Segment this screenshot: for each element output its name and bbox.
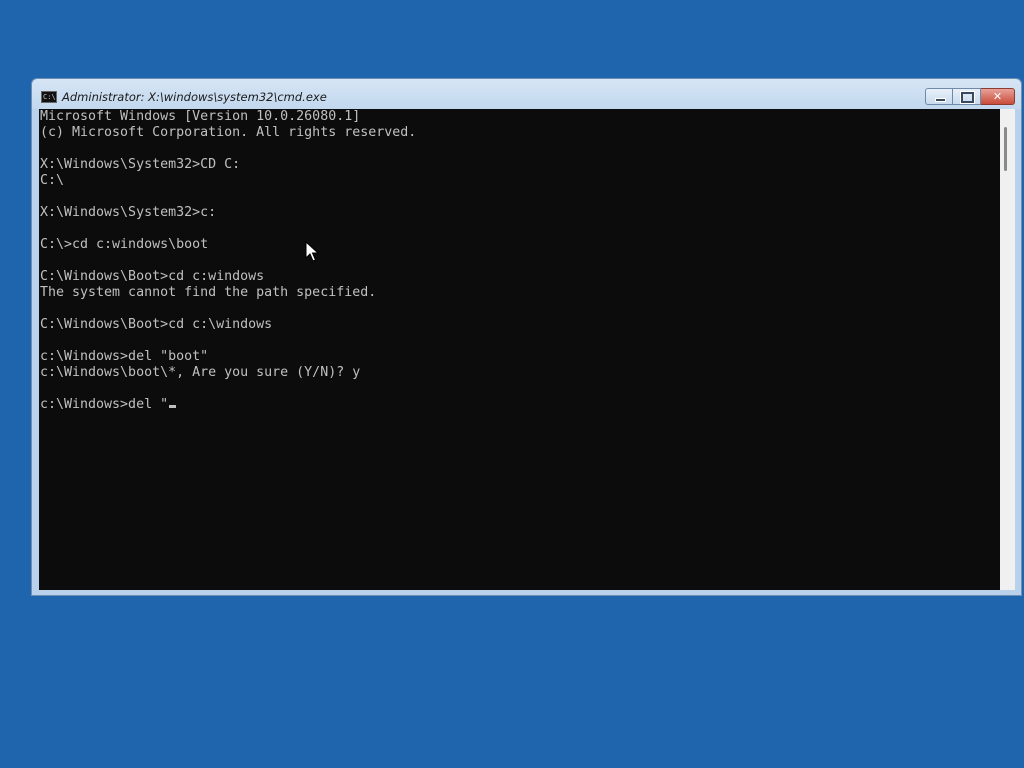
console-prompt: c:\Windows>del " — [40, 397, 169, 412]
console-line: c:\Windows>del "boot" — [40, 349, 209, 364]
console-output[interactable]: Microsoft Windows [Version 10.0.26080.1]… — [39, 109, 1000, 590]
console-line: C:\>cd c:windows\boot — [40, 237, 209, 252]
vertical-scrollbar[interactable] — [1000, 109, 1015, 590]
console-prompt-line[interactable]: c:\Windows>del " — [40, 397, 416, 413]
mouse-pointer-icon — [305, 241, 319, 262]
text-cursor — [169, 405, 177, 408]
console-line: X:\Windows\System32>CD C: — [40, 157, 241, 172]
console-line: C:\ — [40, 173, 65, 188]
console-line: (c) Microsoft Corporation. All rights re… — [40, 125, 417, 140]
console-line: The system cannot find the path specifie… — [40, 285, 377, 300]
window-title: Administrator: X:\windows\system32\cmd.e… — [62, 90, 327, 104]
title-bar[interactable]: C:\ Administrator: X:\windows\system32\c… — [32, 79, 1021, 109]
minimize-button[interactable] — [925, 88, 953, 105]
console-lines: Microsoft Windows [Version 10.0.26080.1]… — [40, 109, 416, 413]
console-line: c:\Windows\boot\*, Are you sure (Y/N)? y — [40, 365, 361, 380]
maximize-button[interactable] — [953, 88, 981, 105]
caption-buttons — [925, 88, 1015, 106]
console-line: C:\Windows\Boot>cd c:windows — [40, 269, 265, 284]
console-line: Microsoft Windows [Version 10.0.26080.1] — [40, 109, 361, 124]
console-line: X:\Windows\System32>c: — [40, 205, 217, 220]
close-button[interactable] — [981, 88, 1015, 105]
cmd-window[interactable]: C:\ Administrator: X:\windows\system32\c… — [31, 78, 1022, 596]
scrollbar-thumb[interactable] — [1004, 127, 1007, 171]
cmd-icon[interactable]: C:\ — [41, 91, 57, 103]
console-line: C:\Windows\Boot>cd c:\windows — [40, 317, 273, 332]
